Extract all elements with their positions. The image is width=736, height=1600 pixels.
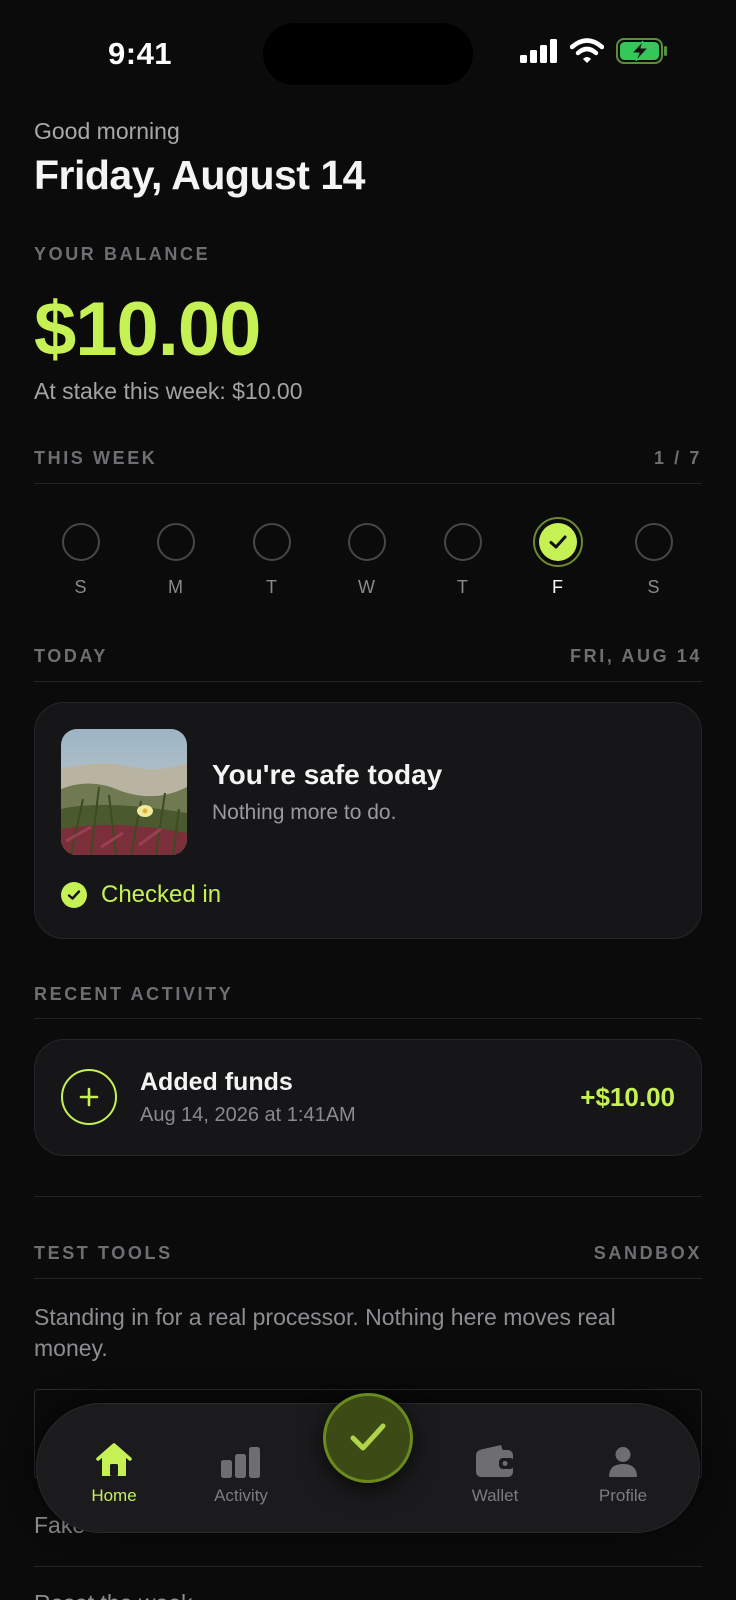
dynamic-island (263, 23, 473, 85)
home-icon (64, 1440, 164, 1478)
checked-in-status: Checked in (61, 881, 221, 909)
day-saturday[interactable]: S (624, 520, 684, 598)
checked-in-label: Checked in (101, 881, 222, 908)
stake-text: At stake this week: $10.00 (34, 378, 303, 404)
day-letter: S (647, 577, 661, 597)
day-letter: T (266, 577, 278, 597)
balance-amount: $10.00 (34, 287, 261, 372)
check-icon (539, 523, 577, 561)
page-title: Friday, August 14 (34, 152, 365, 198)
day-monday[interactable]: M (146, 520, 206, 598)
reset-action-row[interactable]: Reset the week (34, 1590, 193, 1600)
tab-home[interactable]: Home (64, 1440, 164, 1506)
balance-label: YOUR BALANCE (34, 244, 211, 264)
today-date: FRI, AUG 14 (570, 646, 702, 666)
today-card[interactable]: You're safe today Nothing more to do. Ch… (34, 702, 702, 939)
day-friday[interactable]: F (528, 517, 588, 598)
day-sunday[interactable]: S (51, 520, 111, 598)
battery-charging-icon (616, 38, 667, 64)
week-tracker: S M T W T F S (34, 517, 702, 610)
day-thursday[interactable]: T (433, 520, 493, 598)
activity-label: RECENT ACTIVITY (34, 984, 234, 1004)
day-wednesday[interactable]: W (337, 520, 397, 598)
week-label: THIS WEEK (34, 448, 158, 468)
today-status-title: You're safe today (212, 759, 443, 790)
today-label: TODAY (34, 646, 109, 666)
day-letter: T (457, 577, 469, 597)
wifi-icon (570, 38, 604, 63)
tab-wallet[interactable]: Wallet (445, 1440, 545, 1506)
divider (34, 1278, 702, 1279)
day-tuesday[interactable]: T (242, 520, 302, 598)
person-icon (573, 1440, 673, 1478)
divider (34, 483, 702, 484)
day-status-circle (533, 517, 583, 567)
day-status-circle (62, 523, 100, 561)
signal-icon (520, 39, 557, 63)
sandbox-badge: SANDBOX (593, 1243, 702, 1263)
tab-label: Wallet (471, 1486, 519, 1505)
wallet-icon (445, 1440, 545, 1478)
activity-item[interactable]: Added funds Aug 14, 2026 at 1:41AM +$10.… (34, 1039, 702, 1156)
plus-icon (61, 1069, 117, 1125)
status-time: 9:41 (108, 36, 173, 71)
divider (34, 681, 702, 682)
day-status-circle (635, 523, 673, 561)
activity-date: Aug 14, 2026 at 1:41AM (140, 1104, 356, 1126)
tab-activity[interactable]: Activity (191, 1440, 291, 1506)
home-screen: 9:41 Good morning Friday, August 14 YOUR… (0, 0, 736, 1600)
day-letter: M (168, 577, 184, 597)
activity-title: Added funds (140, 1068, 293, 1096)
bar-chart-icon (191, 1440, 291, 1478)
tab-profile[interactable]: Profile (573, 1440, 673, 1506)
divider (34, 1566, 702, 1567)
check-in-photo (61, 729, 187, 855)
day-status-circle (157, 523, 195, 561)
day-letter: W (358, 577, 376, 597)
tab-label: Activity (214, 1486, 268, 1505)
activity-amount: +$10.00 (580, 1082, 675, 1112)
checkmark-icon (350, 1423, 386, 1451)
week-progress: 1 / 7 (653, 448, 702, 468)
greeting: Good morning (34, 118, 180, 144)
today-status-subtitle: Nothing more to do. (212, 801, 397, 824)
test-tools-note: Standing in for a real processor. Nothin… (34, 1304, 616, 1361)
divider (34, 1018, 702, 1019)
day-status-circle (253, 523, 291, 561)
check-circle-icon (61, 882, 87, 908)
check-in-button[interactable] (323, 1393, 413, 1483)
day-letter: F (552, 577, 564, 597)
test-tools-label: TEST TOOLS (34, 1243, 173, 1263)
tab-label: Home (91, 1486, 137, 1505)
day-status-circle (444, 523, 482, 561)
day-status-circle (348, 523, 386, 561)
tab-label: Profile (598, 1486, 648, 1505)
day-letter: S (74, 577, 88, 597)
divider (34, 1196, 702, 1197)
status-icons (520, 38, 668, 64)
